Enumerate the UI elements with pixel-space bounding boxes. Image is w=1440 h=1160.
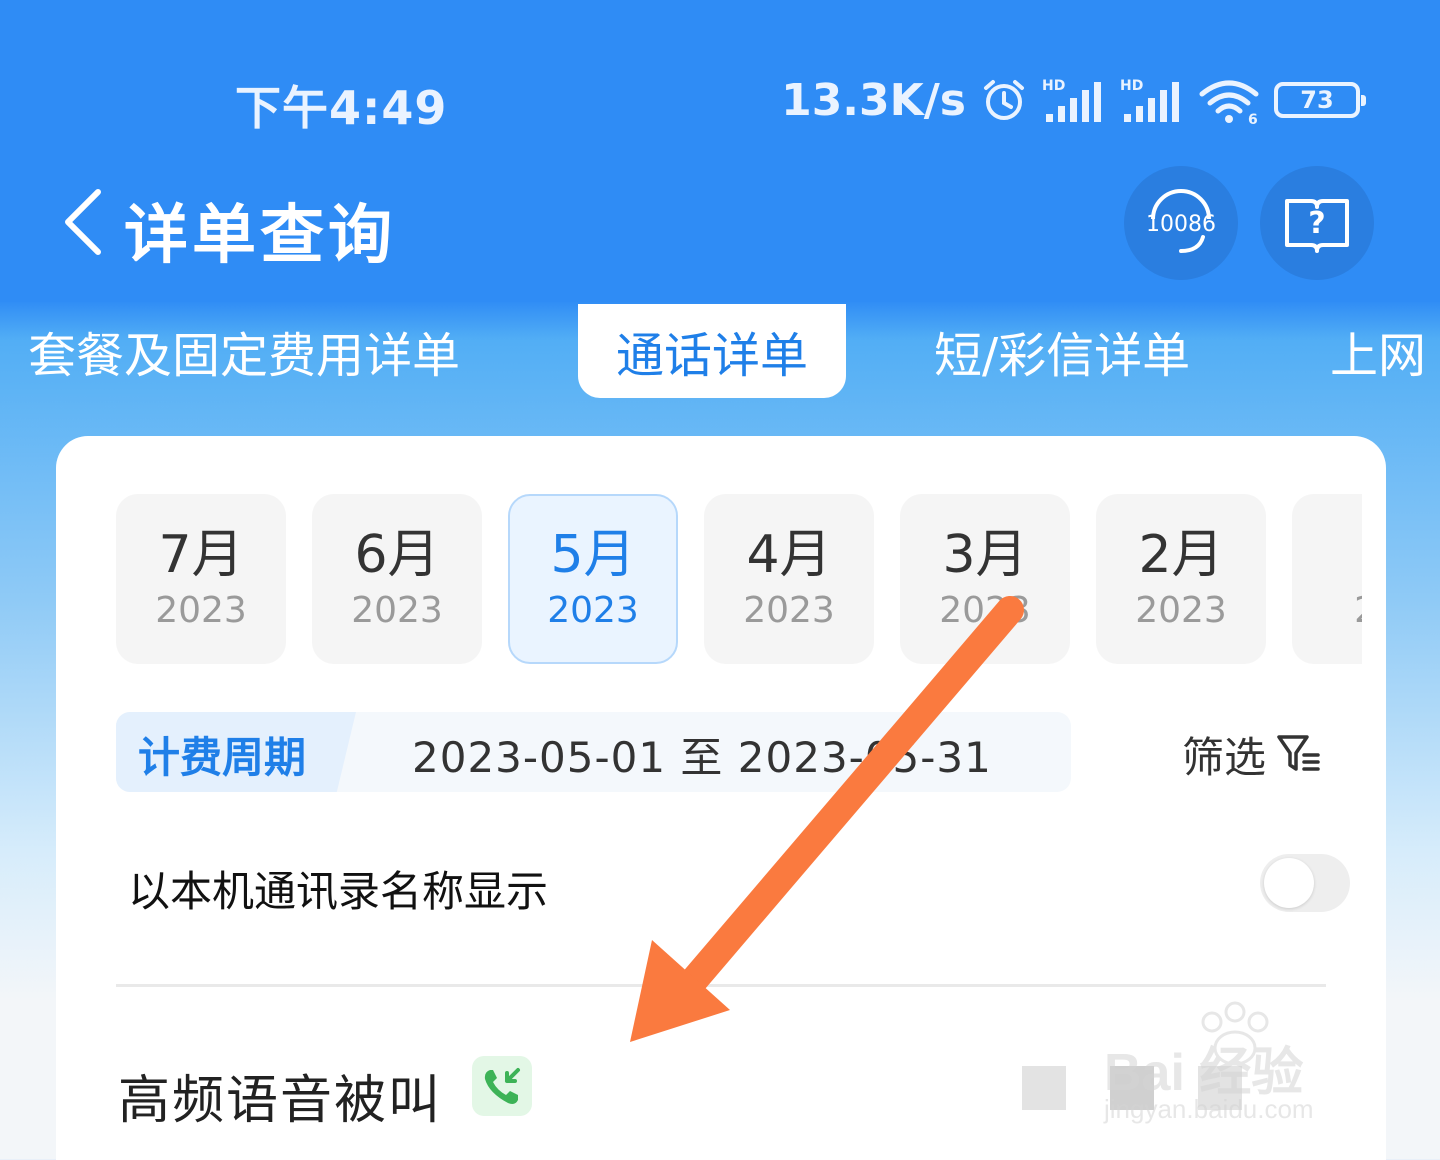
month-chip[interactable]: 4月 2023 (704, 494, 874, 664)
billing-period-bar: 计费周期 2023-05-01 至 2023-05-31 (116, 712, 1071, 792)
incoming-call-badge (472, 1056, 532, 1116)
month-year: 2023 (547, 590, 639, 631)
svg-text:6: 6 (1248, 112, 1258, 124)
section-title: 高频语音被叫 (118, 1071, 443, 1131)
svg-text:?: ? (1308, 206, 1325, 241)
month-chip-selected[interactable]: 5月 2023 (508, 494, 678, 664)
month-year: 20 (1354, 587, 1362, 635)
wifi-icon: 6 (1199, 80, 1259, 124)
watermark-sub: jingyan.baidu.com (1104, 1094, 1314, 1124)
billing-period-range: 2023-05-01 至 2023-05-31 (412, 733, 992, 782)
customer-service-headset-icon: 10086 (1146, 189, 1216, 253)
month-label: 7月 (158, 525, 244, 585)
filter-button[interactable]: 筛选 (1182, 724, 1322, 784)
svg-text:HD: HD (1042, 78, 1065, 94)
month-label: 2月 (1138, 525, 1224, 585)
month-chip[interactable]: 6月 2023 (312, 494, 482, 664)
month-year: 2023 (155, 590, 247, 631)
billing-period-label: 计费周期 (138, 733, 307, 782)
customer-service-button[interactable]: 10086 (1124, 166, 1238, 280)
month-year: 2023 (351, 590, 443, 631)
back-chevron-icon[interactable] (58, 186, 108, 258)
signal-hd-icon: HD (1042, 78, 1101, 122)
help-button[interactable]: ? (1260, 166, 1374, 280)
signal-hd-icon: HD (1120, 78, 1179, 122)
month-chip[interactable]: 2月 2023 (1096, 494, 1266, 664)
month-label: 4月 (746, 525, 832, 585)
month-year: 2023 (1135, 590, 1227, 631)
battery-icon: 73 (1274, 82, 1366, 118)
incoming-call-icon (484, 1068, 520, 1104)
network-speed: 13.3K/s (781, 74, 966, 126)
page-title: 详单查询 (124, 199, 396, 273)
toggle-knob (1264, 858, 1314, 908)
help-book-icon: ? (1285, 199, 1349, 253)
month-label: 3月 (942, 525, 1028, 585)
contacts-name-toggle[interactable] (1260, 854, 1350, 912)
tab-sms-mms-details[interactable]: 短/彩信详单 (934, 304, 1190, 398)
tab-call-details[interactable]: 通话详单 (578, 304, 847, 398)
status-time: 下午4:49 (235, 81, 448, 135)
tab-package-fixed-fees[interactable]: 套餐及固定费用详单 (28, 304, 460, 398)
divider (116, 984, 1326, 987)
month-selector: 7月 2023 6月 2023 5月 2023 4月 2023 3月 2023 … (116, 494, 1362, 666)
baidu-jingyan-watermark: Bai 经验 jingyan.baidu.com (1104, 1000, 1374, 1140)
contacts-name-label: 以本机通讯录名称显示 (128, 867, 549, 916)
month-label: 5月 (550, 525, 636, 585)
month-chip[interactable]: 3月 2023 (900, 494, 1070, 664)
service-number: 10086 (1146, 212, 1216, 237)
month-year: 2023 (743, 590, 835, 631)
alarm-icon (984, 80, 1024, 120)
svg-text:HD: HD (1120, 78, 1143, 94)
filter-label: 筛选 (1182, 732, 1267, 782)
month-label: 1 (1360, 523, 1362, 587)
month-chip[interactable]: 1 20 (1292, 494, 1362, 664)
filter-icon (1277, 735, 1320, 771)
month-year: 2023 (939, 590, 1031, 631)
month-label: 6月 (354, 525, 440, 585)
tab-internet-details[interactable]: 上网 (1330, 304, 1426, 398)
status-indicators: 13.3K/s HD HD 6 73 (781, 70, 1366, 130)
battery-level: 73 (1300, 86, 1334, 114)
placeholder-block (1022, 1066, 1066, 1110)
month-chip[interactable]: 7月 2023 (116, 494, 286, 664)
